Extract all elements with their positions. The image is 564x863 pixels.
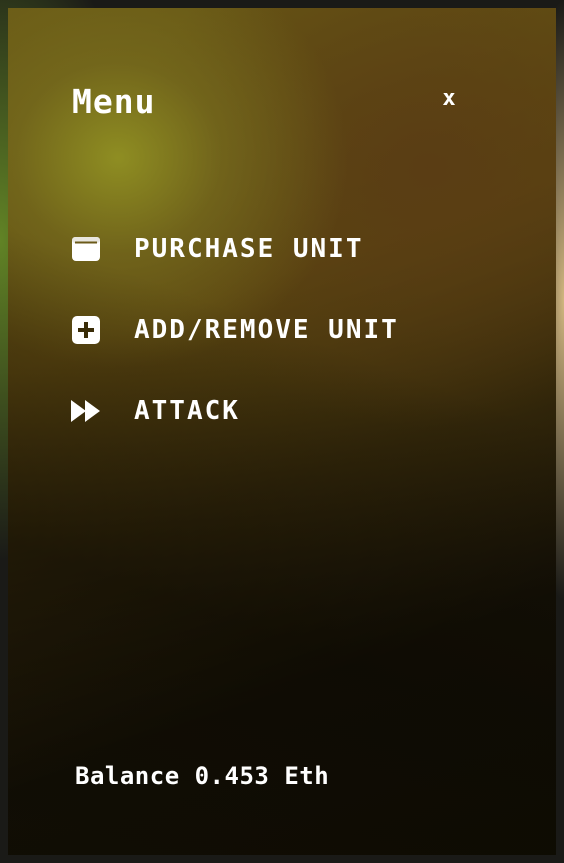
balance-currency: Eth — [284, 762, 330, 790]
menu-list: PURCHASE UNIT ADD/REMOVE UNIT ATTACK — [70, 226, 399, 469]
menu-item-label: ADD/REMOVE UNIT — [134, 315, 399, 345]
balance-label: Balance — [75, 762, 180, 790]
menu-item-attack[interactable]: ATTACK — [70, 388, 399, 434]
close-button[interactable]: x — [436, 84, 462, 114]
menu-item-add-remove-unit[interactable]: ADD/REMOVE UNIT — [70, 307, 399, 353]
menu-item-label: PURCHASE UNIT — [134, 234, 364, 264]
menu-title: Menu — [72, 82, 156, 121]
fast-forward-icon — [70, 395, 102, 427]
wallet-icon — [70, 233, 102, 265]
menu-header: Menu x — [72, 80, 472, 124]
plus-square-icon — [70, 314, 102, 346]
menu-panel: Menu x PURCHASE UNIT ADD/REMOVE UNIT ATT… — [8, 8, 556, 855]
menu-item-label: ATTACK — [134, 396, 240, 426]
balance-amount: 0.453 — [194, 762, 270, 790]
balance-display: Balance 0.453 Eth — [75, 762, 329, 790]
menu-item-purchase-unit[interactable]: PURCHASE UNIT — [70, 226, 399, 272]
